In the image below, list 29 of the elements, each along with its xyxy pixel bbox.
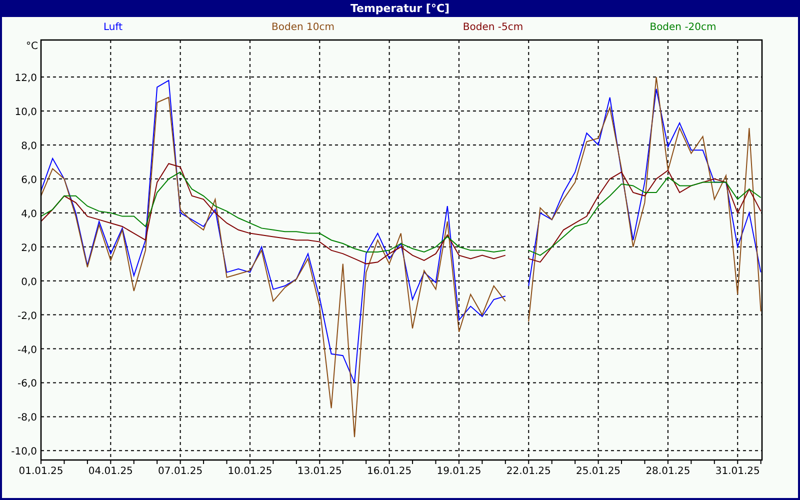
y-tick-label: 10,0 bbox=[14, 107, 37, 118]
y-tick-label: -8,0 bbox=[17, 412, 37, 424]
y-tick-label: 6,0 bbox=[21, 174, 37, 186]
x-tick-label: 31.01.25 bbox=[715, 466, 760, 477]
y-tick-label: -10,0 bbox=[11, 446, 37, 458]
x-tick-label: 07.01.25 bbox=[158, 466, 203, 477]
y-tick-label: -4,0 bbox=[17, 344, 37, 356]
legend-label: Boden -20cm bbox=[650, 22, 716, 32]
y-tick-label: -2,0 bbox=[17, 310, 37, 322]
legend-label: Luft bbox=[104, 22, 122, 32]
x-tick-label: 16.01.25 bbox=[367, 466, 412, 477]
legend-label: Boden -5cm bbox=[462, 22, 524, 32]
y-tick-label: -6,0 bbox=[17, 378, 37, 390]
y-tick-label: 0,0 bbox=[21, 276, 37, 288]
y-axis-unit: °C bbox=[26, 41, 38, 52]
x-tick-label: 19.01.25 bbox=[436, 466, 482, 477]
title-bar: Temperatur [°C] bbox=[2, 0, 798, 17]
x-tick-label: 10.01.25 bbox=[228, 466, 272, 477]
x-tick-label: 01.01.25 bbox=[18, 466, 64, 477]
x-tick-label: 22.01.25 bbox=[506, 466, 551, 477]
y-tick-label: 4,0 bbox=[21, 208, 37, 220]
x-tick-label: 25.01.25 bbox=[576, 466, 621, 477]
legend-label: Boden 10cm bbox=[272, 22, 334, 32]
x-tick-label: 13.01.25 bbox=[297, 466, 342, 477]
x-tick-label: 28.01.25 bbox=[646, 466, 690, 477]
y-tick-label: 2,0 bbox=[21, 242, 37, 254]
y-tick-label: 8,0 bbox=[21, 140, 37, 152]
y-tick-label: 12,0 bbox=[14, 73, 37, 84]
x-tick-label: 04.01.25 bbox=[88, 466, 133, 477]
